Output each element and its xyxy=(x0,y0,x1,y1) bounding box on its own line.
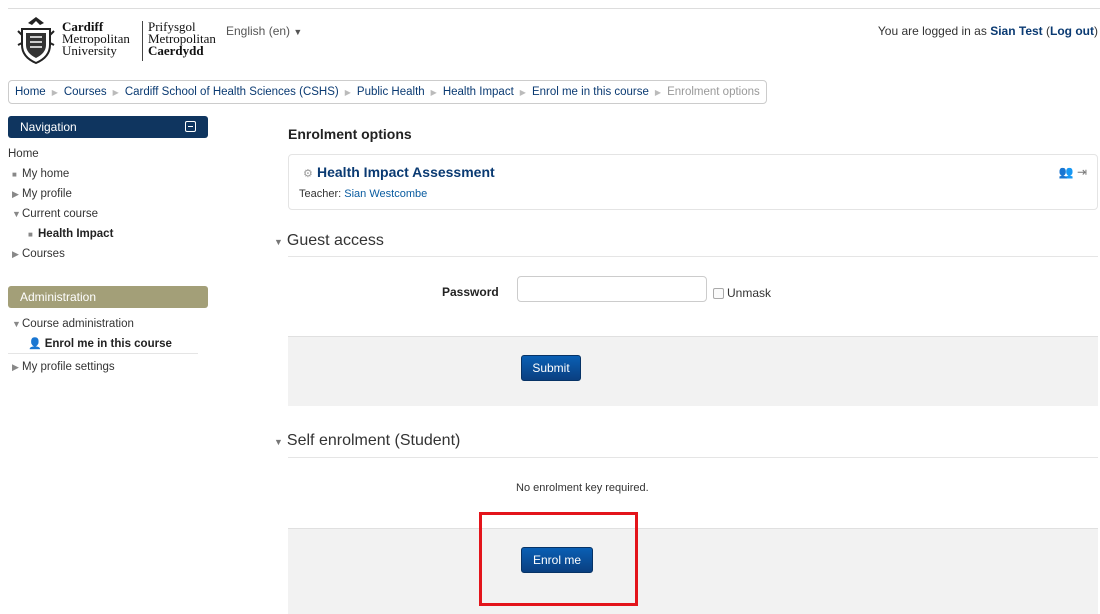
self-enrol-icon[interactable]: ⇥ xyxy=(1077,165,1087,179)
admin-item-enrol-me[interactable]: 👤 Enrol me in this course xyxy=(8,334,198,354)
expand-arrow-icon: ▶ xyxy=(12,189,19,199)
guest-access-section-header[interactable]: ▼ Guest access xyxy=(274,232,384,250)
breadcrumb-health-impact[interactable]: Health Impact xyxy=(443,86,514,98)
breadcrumb-separator-icon: ▶ xyxy=(51,87,58,97)
expand-arrow-icon: ▶ xyxy=(12,249,19,259)
course-teacher: Teacher: Sian Westcombe xyxy=(299,188,428,200)
nav-item-health-impact[interactable]: ■ Health Impact xyxy=(8,224,208,244)
logo-text-welsh: Prifysgol Metropolitan Caerdydd xyxy=(148,19,216,58)
page-title: Enrolment options xyxy=(288,126,412,142)
navigation-block: Navigation Home ■ My home ▶ My profile ▼Cu… xyxy=(8,116,208,268)
university-logo[interactable]: Cardiff Metropolitan University Prifysgo… xyxy=(16,15,216,67)
breadcrumb-separator-icon: ▶ xyxy=(654,87,662,97)
collapse-arrow-icon: ▼ xyxy=(12,319,21,329)
self-enrolment-section-header[interactable]: ▼ Self enrolment (Student) xyxy=(274,432,460,450)
nav-item-current-course[interactable]: ▼Current course xyxy=(8,204,208,224)
square-bullet-icon: ■ xyxy=(28,230,33,239)
submit-button[interactable]: Submit xyxy=(521,355,581,381)
breadcrumb-separator-icon: ▶ xyxy=(344,87,351,97)
breadcrumb-separator-icon: ▶ xyxy=(430,87,437,97)
guest-action-bar: Submit xyxy=(288,336,1098,406)
breadcrumb: Home ▶ Courses ▶ Cardiff School of Healt… xyxy=(8,80,767,104)
breadcrumb-separator-icon: ▶ xyxy=(112,87,119,97)
logo-text-english: Cardiff Metropolitan University xyxy=(62,19,130,58)
teacher-link[interactable]: Sian Westcombe xyxy=(344,188,427,200)
language-menu[interactable]: English (en) ▼ xyxy=(226,24,302,38)
breadcrumb-enrol[interactable]: Enrol me in this course xyxy=(532,86,649,98)
section-divider xyxy=(288,457,1098,458)
unmask-checkbox[interactable] xyxy=(713,287,724,299)
breadcrumb-current: Enrolment options xyxy=(667,86,760,98)
nav-item-my-home[interactable]: ■ My home xyxy=(8,164,208,184)
admin-item-my-profile-settings[interactable]: ▶ My profile settings xyxy=(8,357,208,377)
logo-divider xyxy=(142,21,143,61)
navigation-block-header: Navigation xyxy=(8,116,208,138)
password-label: Password xyxy=(442,285,499,299)
user-icon: 👤 xyxy=(28,338,42,350)
collapse-arrow-icon: ▼ xyxy=(12,209,21,219)
administration-block: Administration ▼Course administration 👤 E… xyxy=(8,286,208,381)
nav-item-home[interactable]: Home xyxy=(8,144,208,164)
course-name-link[interactable]: Health Impact Assessment xyxy=(317,164,495,180)
course-summary-box: ⚙ Health Impact Assessment Teacher: Sian… xyxy=(288,154,1098,210)
navigation-title: Navigation xyxy=(20,120,77,134)
login-info: You are logged in as Sian Test (Log out) xyxy=(877,24,1098,38)
navigation-tree: Home ■ My home ▶ My profile ▼Current cours… xyxy=(8,138,208,268)
guest-access-icon[interactable]: 👥 xyxy=(1059,165,1074,179)
self-enrol-action-bar: Enrol me xyxy=(288,528,1098,614)
expand-arrow-icon: ▶ xyxy=(12,362,19,372)
breadcrumb-home[interactable]: Home xyxy=(15,86,46,98)
crest-icon xyxy=(17,17,55,65)
nav-item-courses[interactable]: ▶ Courses xyxy=(8,244,208,264)
main-content: Enrolment options ⚙ Health Impact Assess… xyxy=(274,126,1100,614)
user-profile-link[interactable]: Sian Test xyxy=(990,24,1042,38)
breadcrumb-public-health[interactable]: Public Health xyxy=(357,86,425,98)
collapse-triangle-icon: ▼ xyxy=(274,237,283,247)
course-icon: ⚙ xyxy=(303,168,313,180)
breadcrumb-courses[interactable]: Courses xyxy=(64,86,107,98)
top-border xyxy=(8,8,1100,9)
admin-item-course-administration[interactable]: ▼Course administration xyxy=(8,314,208,334)
unmask-option[interactable]: Unmask xyxy=(713,286,771,300)
administration-tree: ▼Course administration 👤 Enrol me in this… xyxy=(8,308,208,381)
breadcrumb-school[interactable]: Cardiff School of Health Sciences (CSHS) xyxy=(125,86,339,98)
course-tools: 👥 ⇥ xyxy=(1059,165,1087,179)
nav-item-my-profile[interactable]: ▶ My profile xyxy=(8,184,208,204)
enrolment-note: No enrolment key required. xyxy=(516,482,649,494)
administration-title: Administration xyxy=(20,290,97,304)
caret-down-icon: ▼ xyxy=(293,27,303,37)
highlight-box xyxy=(479,512,638,606)
language-label: English (en) xyxy=(226,24,291,38)
square-bullet-icon: ■ xyxy=(12,170,17,179)
logout-link[interactable]: Log out xyxy=(1050,24,1094,38)
password-input[interactable] xyxy=(517,276,707,302)
administration-block-header: Administration xyxy=(8,286,208,308)
section-divider xyxy=(288,256,1098,257)
breadcrumb-separator-icon: ▶ xyxy=(519,87,526,97)
collapse-block-icon[interactable] xyxy=(185,121,196,132)
collapse-triangle-icon: ▼ xyxy=(274,437,283,447)
